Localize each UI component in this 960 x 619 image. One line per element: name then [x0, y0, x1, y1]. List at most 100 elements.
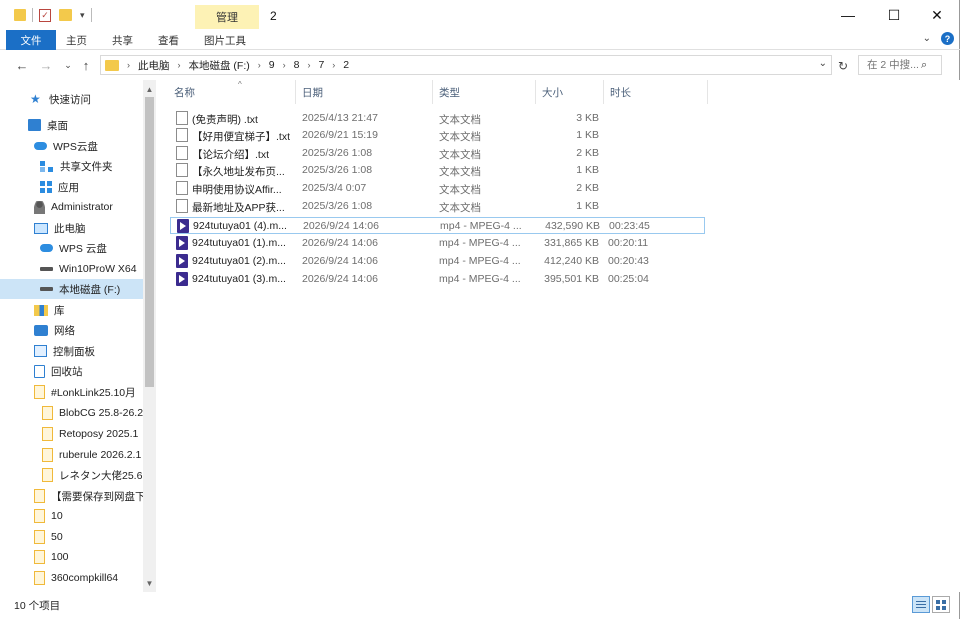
column-header-duration[interactable]: 时长 — [604, 80, 708, 104]
close-button[interactable]: ✕ — [914, 0, 960, 30]
status-bar: 10 个项目 — [0, 592, 960, 619]
sidebar-scrollbar-thumb[interactable] — [145, 97, 154, 387]
sidebar-item-control-panel[interactable]: 控制面板 — [34, 341, 95, 361]
large-icons-view-button[interactable] — [932, 596, 950, 613]
file-row[interactable]: 924tutuya01 (2).m... 2026/9/24 14:06 mp4… — [170, 253, 705, 270]
column-header-size[interactable]: 大小 — [536, 80, 604, 104]
file-row[interactable]: 924tutuya01 (3).m... 2026/9/24 14:06 mp4… — [170, 271, 705, 288]
breadcrumb-2[interactable]: 2 — [343, 59, 349, 71]
file-size: 1 KB — [576, 164, 599, 176]
sidebar-item-administrator[interactable]: Administrator — [34, 197, 113, 217]
file-size: 2 KB — [576, 182, 599, 194]
column-header-date[interactable]: 日期 — [296, 80, 433, 104]
search-box[interactable]: ⌕ — [858, 55, 942, 75]
share-icon — [40, 160, 54, 172]
customize-toolbar-icon[interactable]: ▾ — [80, 10, 85, 21]
file-name: 【好用便宜梯子】.txt — [192, 131, 291, 143]
window-title: 2 — [270, 9, 277, 23]
column-header-type[interactable]: 类型 — [433, 80, 536, 104]
file-row[interactable]: 最新地址及APP获... 2025/3/26 1:08 文本文档 1 KB — [170, 198, 705, 215]
column-header-name[interactable]: ^ 名称 — [168, 80, 296, 104]
desktop-icon — [28, 119, 41, 131]
file-duration: 00:20:43 — [608, 255, 649, 267]
scroll-down-icon[interactable]: ▼ — [143, 576, 156, 590]
breadcrumb-9[interactable]: 9 — [269, 59, 275, 71]
address-dropdown-icon[interactable]: ⌄ — [819, 58, 827, 69]
search-icon[interactable]: ⌕ — [921, 59, 927, 72]
sidebar-item-50[interactable]: 50 — [34, 527, 63, 547]
file-date: 2026/9/24 14:06 — [302, 273, 378, 285]
expand-ribbon-icon[interactable]: ⌄ — [923, 33, 931, 44]
sidebar-item-wps-cloud-2[interactable]: WPS 云盘 — [40, 238, 107, 258]
file-row[interactable]: 【永久地址发布页... 2025/3/26 1:08 文本文档 1 KB — [170, 162, 705, 179]
computer-icon — [34, 222, 48, 234]
recycle-bin-icon — [34, 364, 45, 378]
forward-button[interactable]: → — [38, 56, 54, 74]
details-view-button[interactable] — [912, 596, 930, 613]
maximize-button[interactable]: ☐ — [871, 0, 917, 30]
back-button[interactable]: ← — [14, 56, 30, 74]
sidebar-item-renetan[interactable]: レネタン大佬25.6 — [42, 465, 143, 485]
file-type: 文本文档 — [439, 131, 481, 143]
sidebar-item-desktop[interactable]: 桌面 — [28, 115, 68, 135]
sidebar-item-wps-cloud[interactable]: WPS云盘 — [34, 136, 98, 156]
sidebar-item-100[interactable]: 100 — [34, 547, 69, 567]
sidebar-item-shared-folder[interactable]: 共享文件夹 — [40, 156, 113, 176]
help-icon[interactable]: ? — [941, 32, 954, 45]
file-size: 395,501 KB — [544, 273, 599, 285]
sidebar-item-quick-access[interactable]: ★ 快速访问 — [30, 89, 91, 109]
breadcrumb-8[interactable]: 8 — [294, 59, 300, 71]
tab-share[interactable]: 共享 — [112, 30, 133, 50]
file-size: 1 KB — [576, 129, 599, 141]
sidebar-item-save-to-netdisk[interactable]: 【需要保存到网盘下 — [34, 486, 143, 506]
sort-ascending-icon: ^ — [238, 80, 242, 89]
new-folder-icon[interactable] — [59, 9, 72, 21]
breadcrumb-this-pc[interactable]: 此电脑 — [138, 58, 170, 73]
file-row[interactable]: 924tutuya01 (4).m... 2026/9/24 14:06 mp4… — [170, 217, 705, 234]
sidebar-item-library[interactable]: 库 — [34, 300, 65, 320]
file-row[interactable]: 申明使用协议Affir... 2025/3/4 0:07 文本文档 2 KB — [170, 180, 705, 197]
properties-icon[interactable]: ✓ — [39, 8, 51, 22]
file-row[interactable]: 【好用便宜梯子】.txt 2026/9/21 15:19 文本文档 1 KB — [170, 127, 705, 144]
file-name: (免责声明) .txt — [192, 114, 258, 126]
sidebar-item-apps[interactable]: 应用 — [40, 177, 79, 197]
up-button[interactable]: ↑ — [78, 56, 94, 74]
sidebar-item-drive-f[interactable]: 本地磁盘 (F:) — [0, 279, 143, 299]
sidebar-item-network[interactable]: 网络 — [34, 320, 75, 340]
manage-context-tab[interactable]: 管理 — [195, 5, 259, 29]
sidebar-item-360compkill[interactable]: 360compkill64 — [34, 568, 143, 588]
sidebar-item-recycle-bin[interactable]: 回收站 — [34, 361, 83, 381]
recent-locations-button[interactable]: ⌄ — [60, 56, 76, 74]
file-size: 3 KB — [576, 112, 599, 124]
control-panel-icon — [34, 345, 47, 357]
search-input[interactable] — [859, 57, 921, 73]
text-file-icon — [176, 111, 188, 125]
file-type: 文本文档 — [439, 184, 481, 196]
tab-home[interactable]: 主页 — [66, 30, 87, 50]
scroll-up-icon[interactable]: ▲ — [143, 82, 156, 96]
minimize-button[interactable]: — — [825, 0, 871, 30]
sidebar-item-retoposy[interactable]: Retoposy 2025.1 — [42, 424, 143, 444]
sidebar-item-this-pc[interactable]: 此电脑 — [34, 218, 86, 238]
file-row[interactable]: 【论坛介绍】.txt 2025/3/26 1:08 文本文档 2 KB — [170, 145, 705, 162]
arrow-right-icon: → — [39, 57, 53, 73]
file-date: 2025/4/13 21:47 — [302, 112, 378, 124]
file-row[interactable]: (免责声明) .txt 2025/4/13 21:47 文本文档 3 KB — [170, 110, 705, 127]
sidebar-item-lonklink[interactable]: #LonkLink25.10月 — [34, 382, 143, 402]
large-icons-view-icon — [936, 600, 946, 610]
drive-icon — [40, 287, 53, 291]
sidebar-item-ruberule[interactable]: ruberule 2026.2.1 — [42, 445, 143, 465]
sidebar-item-win10-drive[interactable]: Win10ProW X64 — [40, 259, 137, 279]
breadcrumb-drive-f[interactable]: 本地磁盘 (F:) — [189, 58, 250, 73]
breadcrumb-7[interactable]: 7 — [318, 59, 324, 71]
arrow-up-icon: ↑ — [82, 57, 90, 73]
address-bar[interactable]: › 此电脑 › 本地磁盘 (F:) › 9 › 8 › 7 › 2 ⌄ — [100, 55, 832, 75]
refresh-button[interactable]: ↻ — [834, 57, 852, 75]
tab-view[interactable]: 查看 — [158, 30, 179, 50]
file-row[interactable]: 924tutuya01 (1).m... 2026/9/24 14:06 mp4… — [170, 235, 705, 252]
tab-file[interactable]: 文件 — [6, 30, 56, 50]
tab-picture-tools[interactable]: 图片工具 — [204, 30, 246, 50]
sidebar-item-blobcg[interactable]: BlobCG 25.8-26.2 — [42, 403, 143, 423]
file-list: ^ 名称 日期 类型 大小 时长 (免责声明) .txt 2025/4/13 2… — [160, 80, 950, 592]
sidebar-item-10[interactable]: 10 — [34, 506, 63, 526]
